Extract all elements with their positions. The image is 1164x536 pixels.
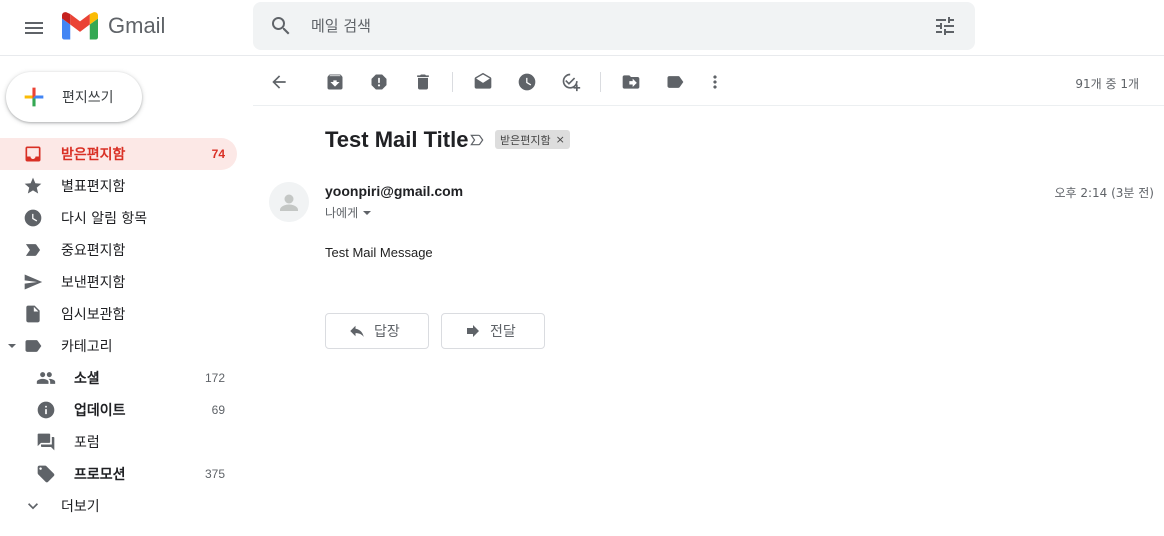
move-to-folder-icon — [622, 75, 640, 89]
label-icon — [667, 76, 684, 88]
category-count: 375 — [204, 467, 225, 481]
recipient-label: 나에게 — [325, 206, 359, 220]
sidebar-item-label: 업데이트 — [74, 403, 126, 419]
sidebar-item-label: 소셜 — [74, 371, 100, 387]
search-input[interactable] — [311, 2, 933, 50]
compose-label: 편지쓰기 — [62, 90, 114, 106]
reply-icon — [350, 325, 364, 337]
forward-button[interactable]: 전달 — [441, 313, 545, 349]
search-bar[interactable] — [253, 2, 975, 50]
gmail-m-logo-icon — [62, 12, 98, 40]
sidebar-item-snoozed[interactable]: 다시 알림 항목 — [0, 202, 237, 234]
sidebar-item-updates[interactable]: 업데이트 69 — [0, 394, 237, 426]
snooze-button[interactable] — [509, 64, 545, 100]
tag-icon — [37, 465, 55, 483]
send-icon — [24, 274, 43, 290]
forward-icon — [467, 325, 479, 337]
main-menu-button[interactable] — [12, 6, 56, 50]
sidebar-item-label: 보낸편지함 — [61, 275, 126, 291]
report-spam-icon — [371, 74, 387, 90]
draft-icon — [26, 305, 40, 323]
sidebar-item-more[interactable]: 더보기 — [0, 490, 237, 522]
unread-count: 74 — [211, 147, 225, 161]
sidebar-item-forums[interactable]: 포럼 — [0, 426, 237, 458]
message-timestamp: 오후 2:14 (3분 전) — [1054, 186, 1154, 200]
sidebar-item-label: 더보기 — [61, 499, 100, 515]
sidebar-item-label: 프로모션 — [74, 467, 126, 483]
sidebar-item-label: 받은편지함 — [61, 147, 126, 163]
inbox-label-chip: 받은편지함 × — [495, 130, 570, 149]
sidebar-item-drafts[interactable]: 임시보관함 — [0, 298, 237, 330]
clock-icon — [24, 209, 42, 227]
people-icon — [36, 372, 56, 384]
trash-icon — [417, 74, 429, 90]
message-body: Test Mail Message — [325, 245, 433, 260]
mark-unread-icon — [474, 72, 492, 89]
reply-label: 답장 — [374, 324, 400, 340]
sidebar-item-promotions[interactable]: 프로모션 375 — [0, 458, 237, 490]
compose-button[interactable]: 편지쓰기 — [6, 72, 142, 122]
sidebar-item-label: 포럼 — [74, 435, 100, 451]
sidebar-nav: 받은편지함 74 별표편지함 다시 알림 항목 중요편지함 보낸편지함 임시보관… — [0, 138, 240, 522]
labels-button[interactable] — [657, 64, 693, 100]
report-spam-button[interactable] — [361, 64, 397, 100]
sidebar-item-label: 중요편지함 — [61, 243, 126, 259]
reply-button[interactable]: 답장 — [325, 313, 429, 349]
caret-down-icon[interactable] — [7, 341, 17, 351]
label-icon — [25, 340, 42, 352]
toolbar-divider — [452, 72, 453, 92]
forward-label: 전달 — [490, 324, 516, 340]
label-chip-text: 받은편지함 — [500, 133, 551, 147]
category-count: 69 — [211, 403, 225, 417]
remove-label-button[interactable]: × — [556, 133, 565, 146]
sidebar-item-label: 다시 알림 항목 — [61, 211, 148, 227]
more-actions-button[interactable] — [697, 64, 733, 100]
inbox-icon — [25, 146, 41, 162]
more-vert-icon — [713, 75, 717, 89]
add-task-icon — [562, 73, 581, 92]
sidebar-item-label: 별표편지함 — [61, 179, 126, 195]
delete-button[interactable] — [405, 64, 441, 100]
sender-email[interactable]: yoonpiri@gmail.com — [325, 183, 463, 199]
mark-unread-button[interactable] — [465, 64, 501, 100]
app-name: Gmail — [108, 13, 166, 38]
gmail-logo[interactable]: Gmail — [62, 12, 165, 40]
search-icon[interactable] — [269, 14, 293, 38]
info-icon — [37, 401, 55, 419]
caret-down-icon[interactable] — [362, 208, 372, 218]
arrow-back-icon — [272, 75, 286, 89]
sidebar-item-sent[interactable]: 보낸편지함 — [0, 266, 237, 298]
add-to-tasks-button[interactable] — [553, 64, 589, 100]
message-toolbar: 91개 중 1개 — [253, 58, 1164, 106]
sidebar-item-important[interactable]: 중요편지함 — [0, 234, 237, 266]
sidebar-item-inbox[interactable]: 받은편지함 74 — [0, 138, 237, 170]
clock-icon — [518, 73, 536, 91]
sender-avatar — [269, 182, 309, 222]
star-icon — [24, 177, 42, 194]
compose-plus-icon — [24, 87, 44, 107]
archive-button[interactable] — [317, 64, 353, 100]
hamburger-menu-icon — [25, 22, 43, 34]
default-avatar-icon — [269, 182, 309, 222]
sidebar-item-label: 임시보관함 — [61, 307, 126, 323]
forum-icon — [37, 433, 55, 451]
important-label-icon — [25, 244, 41, 256]
sidebar-item-categories[interactable]: 카테고리 — [0, 330, 237, 362]
sidebar-item-social[interactable]: 소셜 172 — [0, 362, 237, 394]
move-to-button[interactable] — [613, 64, 649, 100]
archive-icon — [327, 74, 343, 90]
email-subject: Test Mail Title — [325, 127, 469, 152]
back-button[interactable] — [261, 64, 297, 100]
sidebar-item-label: 카테고리 — [61, 339, 113, 355]
recipient-line[interactable]: 나에게 — [325, 204, 372, 221]
important-marker-icon[interactable] — [469, 132, 485, 148]
top-header: Gmail — [0, 0, 1164, 56]
category-count: 172 — [204, 371, 225, 385]
chevron-down-icon — [28, 503, 38, 510]
toolbar-divider — [600, 72, 601, 92]
search-options-icon[interactable] — [933, 14, 957, 38]
sidebar-item-starred[interactable]: 별표편지함 — [0, 170, 237, 202]
page-count: 91개 중 1개 — [1075, 77, 1139, 91]
